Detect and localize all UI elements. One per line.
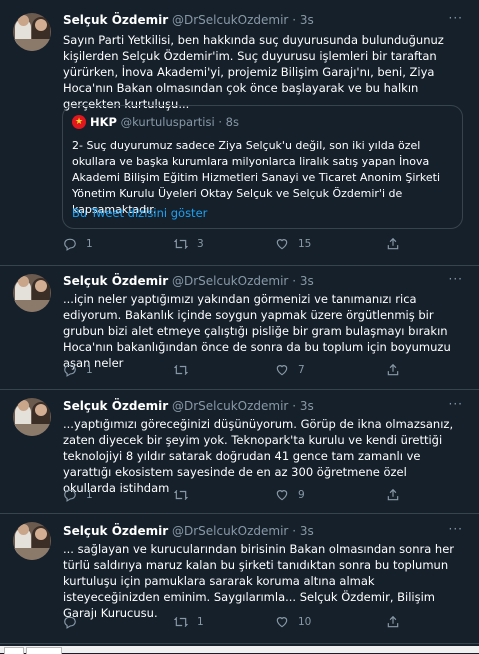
tweet-text: ...için neler yaptığımızı yakından görme… [63, 292, 451, 370]
reply-icon [64, 616, 76, 629]
author-handle[interactable]: @DrSelcukOzdemir [172, 13, 288, 27]
tweet-header: Selçuk Özdemir @DrSelcukOzdemir · 3s [63, 13, 314, 27]
tweet-text: ...yaptığımızı göreceğinizi düşünüyorum.… [63, 417, 454, 495]
author-name[interactable]: Selçuk Özdemir [63, 13, 168, 27]
retweet-button[interactable] [174, 487, 197, 503]
tweet-actions: 1 3 15 [63, 236, 443, 252]
retweet-count: 3 [197, 238, 204, 250]
share-icon [387, 237, 399, 250]
more-icon[interactable]: ··· [449, 397, 463, 411]
retweet-icon [174, 238, 188, 250]
retweet-button[interactable] [174, 362, 197, 378]
tweet-3[interactable]: Selçuk Özdemir @DrSelcukOzdemir · 3s ···… [0, 390, 479, 514]
author-handle[interactable]: @DrSelcukOzdemir [172, 399, 288, 413]
reply-button[interactable]: 1 [63, 236, 93, 252]
reply-button[interactable]: 1 [63, 487, 93, 503]
like-count: 10 [298, 616, 312, 628]
tweet-header: Selçuk Özdemir @DrSelcukOzdemir · 3s [63, 399, 314, 413]
quoted-author-handle[interactable]: @kurtuluspartisi [121, 115, 215, 129]
timestamp[interactable]: 3s [300, 524, 314, 538]
avatar[interactable] [13, 274, 51, 312]
like-button[interactable]: 10 [275, 614, 311, 630]
author-name[interactable]: Selçuk Özdemir [63, 274, 168, 288]
like-button[interactable]: 7 [275, 362, 305, 378]
quoted-tweet-header: HKP @kurtuluspartisi · 8s [90, 115, 239, 129]
timestamp[interactable]: 3s [300, 13, 314, 27]
more-icon[interactable]: ··· [449, 272, 463, 286]
tweet-2[interactable]: Selçuk Özdemir @DrSelcukOzdemir · 3s ···… [0, 266, 479, 390]
share-button[interactable] [386, 614, 409, 630]
like-count: 9 [298, 489, 305, 501]
share-icon [387, 615, 399, 628]
more-icon[interactable]: ··· [449, 11, 463, 25]
avatar[interactable] [13, 398, 51, 436]
retweet-icon [174, 616, 188, 628]
more-icon[interactable]: ··· [449, 522, 463, 536]
show-thread-link[interactable]: Bu Tweet dizisini göster [72, 206, 207, 220]
retweet-icon [174, 489, 188, 501]
retweet-button[interactable]: 3 [174, 236, 204, 252]
tweet-text: ... sağlayan ve kurucularından birisinin… [63, 542, 455, 620]
author-handle[interactable]: @DrSelcukOzdemir [172, 274, 288, 288]
heart-icon [276, 239, 288, 250]
like-button[interactable]: 15 [275, 236, 311, 252]
share-button[interactable] [386, 236, 409, 252]
heart-icon [276, 490, 288, 501]
tweet-text: Sayın Parti Yetkilisi, ben hakkında suç … [63, 33, 444, 111]
timestamp[interactable]: 3s [300, 274, 314, 288]
author-name[interactable]: Selçuk Özdemir [63, 399, 168, 413]
heart-icon [276, 365, 288, 376]
share-button[interactable] [386, 362, 409, 378]
reply-button[interactable]: 1 [63, 362, 93, 378]
author-handle[interactable]: @DrSelcukOzdemir [172, 524, 288, 538]
tweet-4[interactable]: Selçuk Özdemir @DrSelcukOzdemir · 3s ···… [0, 514, 479, 644]
reply-count: 1 [86, 238, 93, 250]
reply-icon [64, 364, 76, 377]
tweet-1[interactable]: Selçuk Özdemir @DrSelcukOzdemir · 3s ···… [0, 0, 479, 266]
reply-count: 1 [86, 364, 93, 376]
retweet-count: 1 [197, 616, 204, 628]
share-button[interactable] [386, 487, 409, 503]
heart-icon [276, 617, 288, 628]
share-icon [387, 363, 399, 376]
reply-icon [64, 489, 76, 502]
taskbar [0, 646, 479, 654]
tweet-header: Selçuk Özdemir @DrSelcukOzdemir · 3s [63, 274, 314, 288]
tweet-actions: 1 7 [63, 362, 443, 378]
timestamp[interactable]: 3s [300, 399, 314, 413]
avatar[interactable] [13, 522, 51, 560]
like-button[interactable]: 9 [275, 487, 305, 503]
like-count: 15 [298, 238, 312, 250]
quoted-tweet[interactable]: ★ HKP @kurtuluspartisi · 8s 2- Suç duyur… [62, 105, 463, 229]
avatar[interactable] [13, 13, 51, 51]
tweet-actions: 1 9 [63, 487, 443, 503]
party-logo-icon: ★ [72, 115, 86, 129]
retweet-icon [174, 364, 188, 376]
reply-icon [64, 238, 76, 251]
author-name[interactable]: Selçuk Özdemir [63, 524, 168, 538]
like-count: 7 [298, 364, 305, 376]
quoted-author-name[interactable]: HKP [90, 115, 117, 129]
tweet-header: Selçuk Özdemir @DrSelcukOzdemir · 3s [63, 524, 314, 538]
quoted-timestamp[interactable]: 8s [226, 115, 239, 129]
reply-button[interactable] [63, 614, 86, 630]
tweet-actions: 1 10 [63, 614, 443, 630]
share-icon [387, 488, 399, 501]
reply-count: 1 [86, 489, 93, 501]
retweet-button[interactable]: 1 [174, 614, 204, 630]
